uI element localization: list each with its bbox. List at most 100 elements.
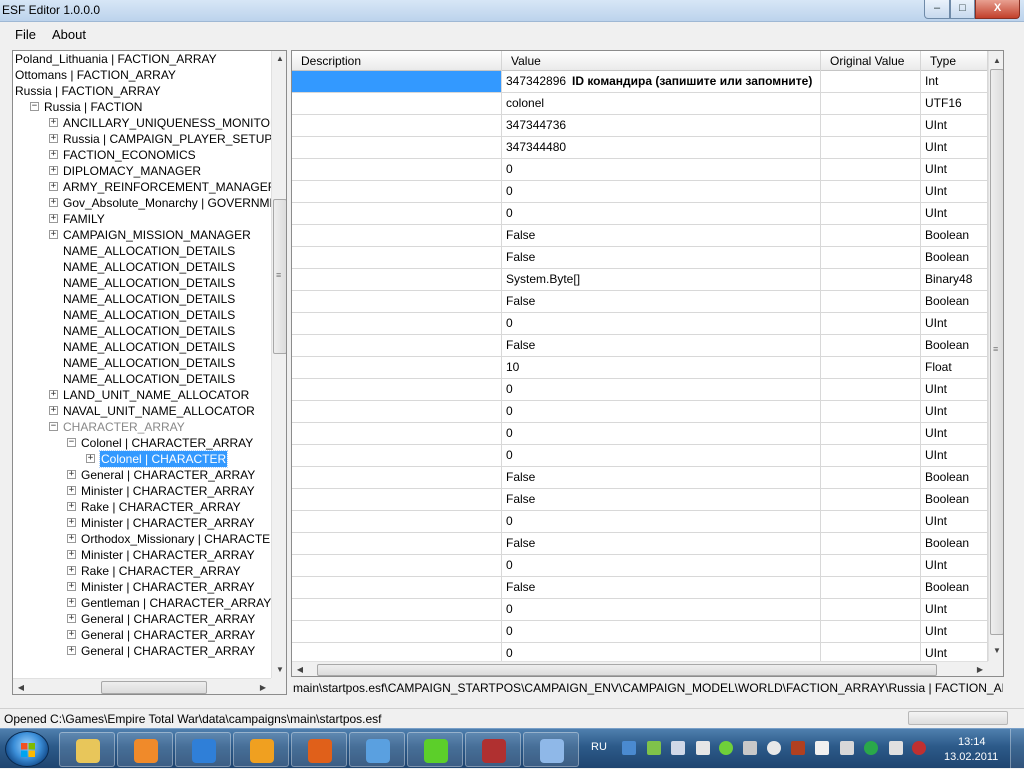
description-cell[interactable] bbox=[292, 577, 502, 598]
volume-icon[interactable] bbox=[889, 741, 903, 755]
description-cell[interactable] bbox=[292, 445, 502, 466]
taskbar-app-button[interactable] bbox=[465, 732, 521, 767]
table-row[interactable]: 0 UInt bbox=[292, 313, 988, 335]
expand-icon[interactable]: + bbox=[49, 182, 58, 191]
value-cell[interactable]: 347344480 bbox=[502, 137, 821, 158]
expand-icon[interactable]: + bbox=[49, 214, 58, 223]
table-row[interactable]: 10 Float bbox=[292, 357, 988, 379]
tree-node[interactable]: NAME_ALLOCATION_DETAILS bbox=[13, 339, 271, 355]
taskbar-app-button[interactable] bbox=[117, 732, 173, 767]
taskbar-app-button[interactable] bbox=[291, 732, 347, 767]
tree-node[interactable]: NAME_ALLOCATION_DETAILS bbox=[13, 259, 271, 275]
description-cell[interactable] bbox=[292, 467, 502, 488]
description-cell[interactable] bbox=[292, 599, 502, 620]
taskbar-app-button[interactable] bbox=[59, 732, 115, 767]
tree-node[interactable]: + FACTION_ECONOMICS bbox=[13, 147, 271, 163]
tree-node[interactable]: − Colonel | CHARACTER_ARRAY bbox=[13, 435, 271, 451]
table-row[interactable]: 0 UInt bbox=[292, 379, 988, 401]
value-cell[interactable]: False bbox=[502, 247, 821, 268]
description-cell[interactable] bbox=[292, 313, 502, 334]
tree-node[interactable]: NAME_ALLOCATION_DETAILS bbox=[13, 371, 271, 387]
description-cell[interactable] bbox=[292, 489, 502, 510]
table-row[interactable]: 0 UInt bbox=[292, 643, 988, 661]
expand-icon[interactable]: + bbox=[49, 198, 58, 207]
table-row[interactable]: 0 UInt bbox=[292, 621, 988, 643]
table-row[interactable]: False Boolean bbox=[292, 291, 988, 313]
tray-device-icon[interactable] bbox=[840, 741, 854, 755]
description-cell[interactable] bbox=[292, 621, 502, 642]
table-row[interactable]: System.Byte[] Binary48 bbox=[292, 269, 988, 291]
scroll-right-arrow-icon[interactable]: ▶ bbox=[255, 680, 271, 694]
description-cell[interactable] bbox=[292, 401, 502, 422]
scroll-left-arrow-icon[interactable]: ◀ bbox=[13, 680, 29, 694]
table-row[interactable]: False Boolean bbox=[292, 577, 988, 599]
value-cell[interactable]: False bbox=[502, 533, 821, 554]
collapse-icon[interactable]: − bbox=[67, 438, 76, 447]
value-cell[interactable]: colonel bbox=[502, 93, 821, 114]
tree-node[interactable]: + General | CHARACTER_ARRAY bbox=[13, 643, 271, 659]
value-cell[interactable]: False bbox=[502, 225, 821, 246]
column-header-description[interactable]: Description bbox=[292, 51, 502, 71]
tree-node[interactable]: + CAMPAIGN_MISSION_MANAGER bbox=[13, 227, 271, 243]
description-cell[interactable] bbox=[292, 93, 502, 114]
table-row[interactable]: 0 UInt bbox=[292, 203, 988, 225]
taskbar-app-button[interactable] bbox=[175, 732, 231, 767]
description-cell[interactable] bbox=[292, 269, 502, 290]
tree-node[interactable]: Poland_Lithuania | FACTION_ARRAY bbox=[13, 51, 271, 67]
table-row[interactable]: 0 UInt bbox=[292, 555, 988, 577]
tray-alert-icon[interactable] bbox=[912, 741, 926, 755]
clock-date[interactable]: 13.02.2011 bbox=[944, 751, 998, 763]
value-cell[interactable]: 0 bbox=[502, 599, 821, 620]
table-row[interactable]: 0 UInt bbox=[292, 159, 988, 181]
value-cell[interactable]: 347344736 bbox=[502, 115, 821, 136]
close-button[interactable]: X bbox=[975, 0, 1020, 19]
tree-node[interactable]: NAME_ALLOCATION_DETAILS bbox=[13, 355, 271, 371]
table-row[interactable]: 0 UInt bbox=[292, 511, 988, 533]
description-cell[interactable] bbox=[292, 247, 502, 268]
description-cell[interactable] bbox=[292, 203, 502, 224]
tree-node[interactable]: + FAMILY bbox=[13, 211, 271, 227]
value-cell[interactable]: System.Byte[] bbox=[502, 269, 821, 290]
expand-icon[interactable]: + bbox=[67, 630, 76, 639]
description-cell[interactable] bbox=[292, 511, 502, 532]
expand-icon[interactable]: + bbox=[49, 150, 58, 159]
action-center-flag-icon[interactable] bbox=[815, 741, 829, 755]
value-cell[interactable]: 0 bbox=[502, 181, 821, 202]
tree-node[interactable]: + General | CHARACTER_ARRAY bbox=[13, 627, 271, 643]
description-cell[interactable] bbox=[292, 137, 502, 158]
tree-node[interactable]: + Gov_Absolute_Monarchy | GOVERNMENT bbox=[13, 195, 271, 211]
collapse-icon[interactable]: − bbox=[30, 102, 39, 111]
tree-node[interactable]: NAME_ALLOCATION_DETAILS bbox=[13, 243, 271, 259]
tree-node[interactable]: + NAVAL_UNIT_NAME_ALLOCATOR bbox=[13, 403, 271, 419]
grid-horizontal-scrollbar[interactable]: ◀ ▶ bbox=[292, 661, 988, 676]
expand-icon[interactable]: + bbox=[49, 230, 58, 239]
taskbar-app-button[interactable] bbox=[407, 732, 463, 767]
tree-vertical-scrollbar[interactable]: ▲ ≡ ▼ bbox=[271, 51, 286, 678]
start-button[interactable] bbox=[5, 731, 49, 767]
tree-node[interactable]: − Russia | FACTION bbox=[13, 99, 271, 115]
value-cell[interactable]: False bbox=[502, 577, 821, 598]
description-cell[interactable] bbox=[292, 555, 502, 576]
tree-node[interactable]: + ARMY_REINFORCEMENT_MANAGER bbox=[13, 179, 271, 195]
table-row[interactable]: False Boolean bbox=[292, 467, 988, 489]
value-cell[interactable]: 0 bbox=[502, 159, 821, 180]
table-row[interactable]: 347344480 UInt bbox=[292, 137, 988, 159]
tree-node[interactable]: + DIPLOMACY_MANAGER bbox=[13, 163, 271, 179]
expand-icon[interactable]: + bbox=[49, 166, 58, 175]
tree-node[interactable]: + Minister | CHARACTER_ARRAY bbox=[13, 515, 271, 531]
description-cell[interactable] bbox=[292, 225, 502, 246]
tree-node[interactable]: + Minister | CHARACTER_ARRAY bbox=[13, 547, 271, 563]
column-header-value[interactable]: Value bbox=[502, 51, 821, 71]
show-desktop-button[interactable] bbox=[1010, 729, 1024, 769]
value-cell[interactable]: 0 bbox=[502, 621, 821, 642]
value-cell[interactable]: 0 bbox=[502, 423, 821, 444]
value-cell[interactable]: False bbox=[502, 467, 821, 488]
tree-node[interactable]: + Rake | CHARACTER_ARRAY bbox=[13, 499, 271, 515]
menu-about[interactable]: About bbox=[52, 27, 86, 42]
clock-tray-icon[interactable] bbox=[767, 741, 781, 755]
title-bar[interactable]: ESF Editor 1.0.0.0 – □ X bbox=[0, 0, 1024, 22]
value-cell[interactable]: 0 bbox=[502, 511, 821, 532]
tray-settings-icon[interactable] bbox=[743, 741, 757, 755]
maximize-button[interactable]: □ bbox=[950, 0, 975, 19]
description-cell[interactable] bbox=[292, 115, 502, 136]
